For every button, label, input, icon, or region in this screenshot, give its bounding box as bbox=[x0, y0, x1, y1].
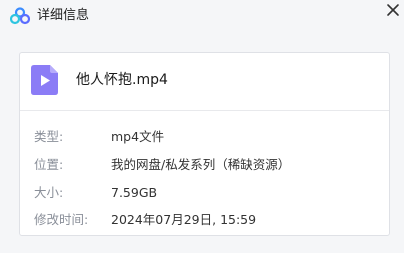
file-details-dialog: 详细信息 他人怀抱.mp4 类型: mp4文件 位置: 我的网盘/私发系列（稀缺… bbox=[0, 0, 404, 253]
video-file-icon bbox=[31, 65, 58, 95]
details-card: 他人怀抱.mp4 类型: mp4文件 位置: 我的网盘/私发系列（稀缺资源） 大… bbox=[19, 52, 390, 236]
size-value: 7.59GB bbox=[111, 185, 158, 200]
modified-time-value: 2024年07月29日, 15:59 bbox=[111, 212, 257, 227]
cloud-logo-icon bbox=[9, 7, 31, 25]
type-label: 类型: bbox=[34, 129, 64, 144]
dialog-title: 详细信息 bbox=[37, 8, 90, 23]
modified-time-label: 修改时间: bbox=[34, 212, 89, 227]
file-name: 他人怀抱.mp4 bbox=[76, 72, 168, 88]
size-label: 大小: bbox=[34, 185, 64, 200]
title-bar: 详细信息 bbox=[0, 0, 404, 34]
location-value: 我的网盘/私发系列（稀缺资源） bbox=[111, 157, 291, 172]
location-label: 位置: bbox=[34, 157, 64, 172]
close-icon bbox=[387, 4, 399, 16]
type-value: mp4文件 bbox=[111, 129, 165, 144]
close-button[interactable] bbox=[385, 2, 401, 18]
divider bbox=[20, 110, 389, 111]
